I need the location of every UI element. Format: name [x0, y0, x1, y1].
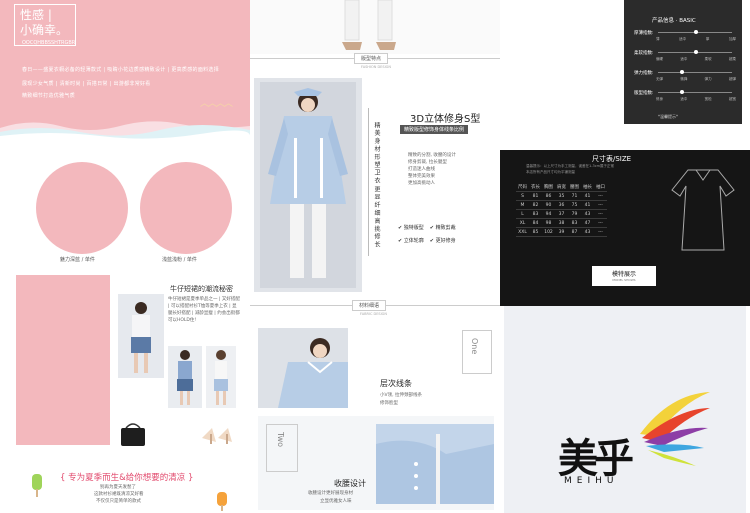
two-text-1: 收腰设计更好展现身材 — [308, 491, 353, 496]
model-photo-denim-2 — [168, 346, 202, 408]
garment-sketch — [666, 164, 740, 254]
pink-backdrop — [16, 275, 110, 445]
size-table-title: 尺寸表/SIZE — [592, 155, 632, 163]
summer-text-1: 别再为夏天发愁了 — [100, 485, 136, 490]
feature-list: ✔ 独特版型 ✔ 精致剪裁 ✔ 立体轮廓 ✔ 更好修身 — [398, 224, 498, 244]
size-table: 尺码 衣长 胸围 肩宽 腰围 袖长 袖口 S 81 86 35 71 41 --- M 82 90 36 75 4… — [516, 182, 607, 237]
two-label: Two — [276, 432, 285, 447]
section-label-fabric-sub: FABRIC DESIGN — [360, 312, 387, 316]
popsicle-icon — [28, 474, 46, 498]
heels-image — [198, 420, 238, 446]
subtitle-3d-fit: 精致版型修饰身体线条比例 — [400, 125, 469, 134]
brand-logo-sub: MEIHU — [564, 476, 619, 486]
middle-column: 版型特点 FASHION DESIGN 精 美 身 材 形 塑 卫 衣 更 显 … — [250, 0, 500, 513]
size-header-row: 尺码 衣长 胸围 肩宽 腰围 袖长 袖口 — [516, 182, 607, 192]
one-label: One — [470, 338, 479, 355]
basic-row: 柔软指数: 偏硬 适中 柔软 超柔 — [634, 50, 736, 61]
wave-divider — [0, 121, 250, 142]
color-swatch-deep-blue[interactable] — [36, 162, 128, 254]
vertical-tagline-2: 更 显 纤 细 高 挑 修 长 — [373, 186, 380, 248]
hero-banner: 性感 | 小确幸。 OOCQHBBSSHTRGBR 春日——盛夏衣橱必备的轻薄款… — [0, 0, 250, 132]
popsicle-icon-2 — [214, 492, 230, 512]
size-note-2: 本店所有产品尺寸均为平铺测量 — [526, 170, 575, 174]
top-photo-legs — [250, 0, 500, 54]
feature-item: ✔ 立体轮廓 — [398, 238, 424, 244]
feature-item: ✔ 精致剪裁 — [429, 225, 456, 231]
brand-logo-panel: 美乎 MEIHU — [504, 306, 746, 513]
swatch-caption-1: 魅力深蓝 / 单件 — [60, 257, 95, 263]
size-note-1: 温馨提示：以上尺寸为手工测量，误差在1-3cm属于正常 — [526, 164, 615, 168]
basic-info-title: 产品信息 · BASIC — [652, 18, 696, 24]
handbag-image — [118, 420, 148, 448]
basic-note: *温馨提示* — [658, 114, 678, 119]
hero-paragraph-1: 春日——盛夏衣橱必备的轻薄款式 | 吸睛小花边质感精致设计 | 更高质感的面料选… — [22, 67, 220, 73]
feature-item: ✔ 更好修身 — [429, 238, 456, 244]
denim-section-title: 牛仔短裙的潮流秘密 — [170, 285, 233, 293]
section-label-fabric: 材料细语 — [352, 300, 387, 311]
summer-section-title: { 专为夏季而生&给你想要的清凉 } — [60, 473, 194, 483]
level-marker — [694, 30, 698, 34]
detail-photo-collar — [258, 328, 348, 408]
two-title: 收腰设计 — [334, 479, 366, 488]
table-row: M 82 90 36 75 41 --- — [516, 200, 607, 210]
level-marker — [680, 70, 684, 74]
two-text-2: 立显优雅女人味 — [320, 499, 352, 504]
model-photo-denim-1 — [118, 294, 164, 378]
table-row: S 81 86 35 71 41 --- — [516, 191, 607, 201]
left-column: 性感 | 小确幸。 OOCQHBBSSHTRGBR 春日——盛夏衣橱必备的轻薄款… — [0, 0, 250, 513]
wave-decoration: ︿︿︿︿ — [200, 99, 233, 109]
section-label-fashion-sub: FASHION DESIGN — [361, 65, 391, 69]
model-photo-blue-shirt — [254, 78, 362, 292]
detail-photo-waist — [376, 424, 494, 504]
swatch-caption-2: 浅蓝浅粉 / 单件 — [162, 257, 197, 263]
basic-row: 版型指数: 修身 适中 宽松 超宽 — [634, 90, 736, 101]
section-label-fashion: 版型特点 — [354, 53, 389, 64]
basic-row: 弹力指数: 无弹 微弹 弹力 超弹 — [634, 70, 736, 81]
one-text-2: 修饰脸型 — [380, 401, 398, 406]
hero-paragraph-2: 展现少女气质 | 清新时尚 | 百搭日常 | 出游都非常好看 — [22, 81, 151, 87]
table-row: XXL 85 102 39 87 43 --- — [516, 227, 607, 237]
basic-info-rows: 厚薄指数: 薄适中厚加厚 柔软指数: 偏硬 适中 柔软 超柔 弹力指数: 无弹 … — [634, 30, 736, 110]
summer-text-2: 这款衬衫裙既清凉又好看 — [94, 492, 144, 497]
level-marker — [694, 50, 698, 54]
one-text-1: 小V领, 拉伸颈部线条 — [380, 393, 422, 398]
summer-text-3: 不仅仅只是简单的款式 — [96, 499, 141, 504]
model-photo-denim-3 — [206, 346, 236, 408]
hero-subtitle: OOCQHBBSSHTRGBR — [22, 40, 76, 46]
feature-item: ✔ 独特版型 — [398, 225, 424, 231]
vertical-rule — [368, 108, 369, 256]
color-swatch-light-blue[interactable] — [140, 162, 232, 254]
right-column: 产品信息 · BASIC 厚薄指数: 薄适中厚加厚 柔软指数: 偏硬 适中 柔软 超柔… — [500, 0, 750, 513]
basic-row: 厚薄指数: 薄适中厚加厚 — [634, 30, 736, 41]
table-row: L 83 94 37 79 43 --- — [516, 209, 607, 219]
size-table-card: 尺寸表/SIZE 温馨提示：以上尺寸为手工测量，误差在1-3cm属于正常 本店所… — [500, 150, 750, 306]
fit-description: 精致的分割, 收腰的设计 修身剪裁, 拉长腿型 打造迷人曲线 整体完美效果 更加… — [408, 153, 456, 186]
denim-section-text: 牛仔短裙是夏季单品之一 | 又好搭配 | 可以搭配衬衫T恤等夏季上衣 | 显腿长… — [168, 297, 240, 323]
title-3d-fit: 3D立体修身S型 — [410, 114, 481, 125]
table-row: XL 84 98 38 83 47 --- — [516, 218, 607, 228]
level-marker — [680, 90, 684, 94]
basic-info-card: 产品信息 · BASIC 厚薄指数: 薄适中厚加厚 柔软指数: 偏硬 适中 柔软 超柔… — [624, 0, 742, 124]
vertical-tagline-1: 精 美 身 材 形 塑 卫 衣 — [373, 122, 380, 184]
hero-title: 性感 | 小确幸。 — [20, 8, 69, 37]
model-show-button[interactable]: 模特展示 MODEL SHOWS — [592, 266, 656, 286]
one-title: 层次线条 — [380, 379, 412, 388]
